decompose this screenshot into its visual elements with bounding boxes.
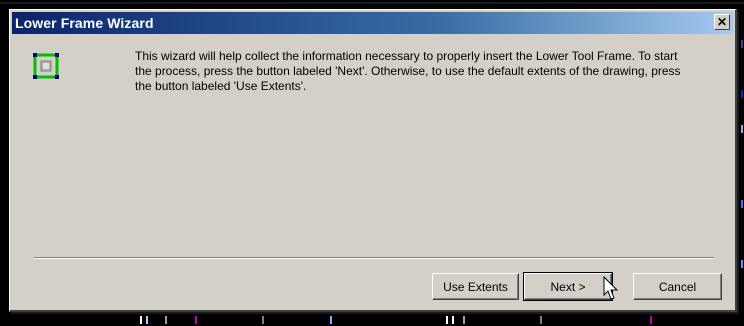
backdrop-bottom-marks bbox=[0, 312, 744, 326]
wizard-message: This wizard will help collect the inform… bbox=[135, 49, 681, 93]
lower-frame-wizard-dialog: Lower Frame Wizard ✕ This wizard will he… bbox=[9, 9, 737, 312]
use-extents-button[interactable]: Use Extents bbox=[432, 273, 519, 300]
close-button[interactable]: ✕ bbox=[714, 14, 730, 30]
cancel-button[interactable]: Cancel bbox=[633, 273, 722, 300]
backdrop-right-marks bbox=[738, 30, 744, 300]
dialog-title: Lower Frame Wizard bbox=[15, 15, 154, 31]
close-icon: ✕ bbox=[716, 15, 728, 29]
frame-wizard-icon bbox=[31, 51, 61, 81]
backdrop-top-strip bbox=[0, 2, 744, 4]
mouse-cursor-icon bbox=[603, 275, 619, 302]
next-button[interactable]: Next > bbox=[523, 272, 613, 301]
dialog-titlebar[interactable]: Lower Frame Wizard ✕ bbox=[12, 12, 733, 34]
button-separator bbox=[34, 257, 714, 259]
